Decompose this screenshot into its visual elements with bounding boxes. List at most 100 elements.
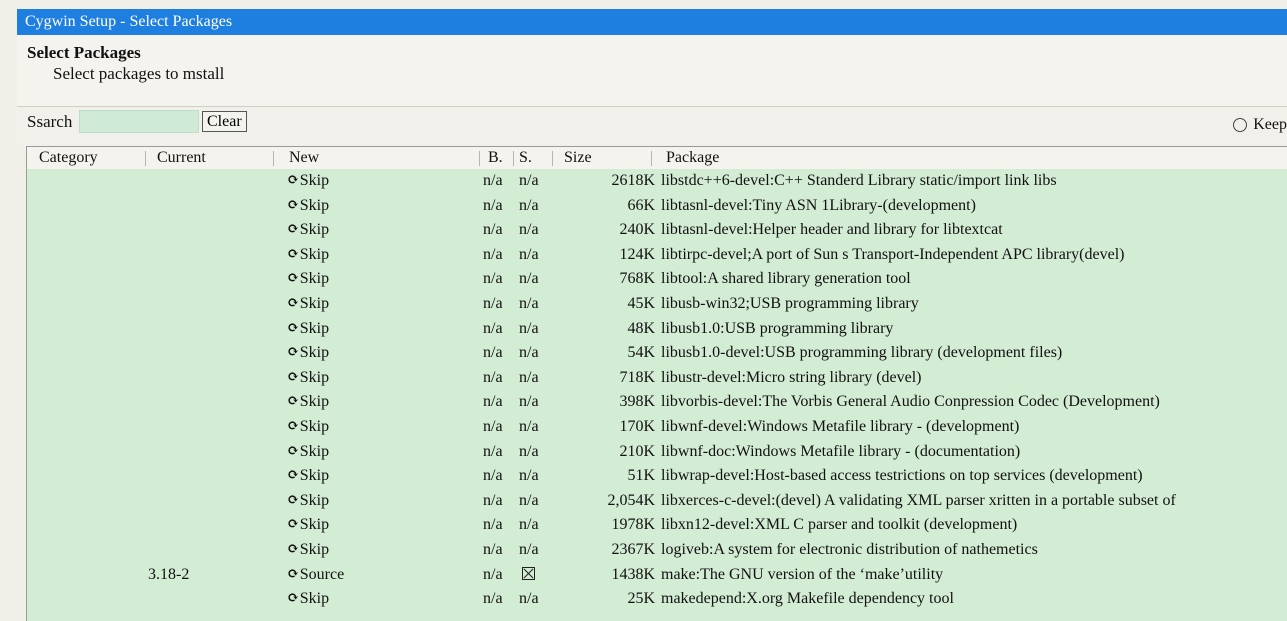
new-action-label: Skip	[299, 467, 330, 485]
column-package[interactable]: Package	[666, 148, 719, 168]
search-input[interactable]	[79, 110, 199, 133]
table-row[interactable]: ⟳ Skip n/a n/a 124K libtirpc-devel;A port of …	[27, 243, 1287, 268]
cycle-icon[interactable]: ⟳	[287, 245, 299, 265]
bin-cell: n/a	[483, 270, 503, 288]
cycle-icon[interactable]: ⟳	[287, 466, 299, 486]
window-title: Cygwin Setup - Select Packages	[25, 13, 233, 30]
table-row[interactable]: ⟳ Skip n/a n/a 2618K libstdc++6-devel:C++ Sta…	[27, 169, 1287, 194]
table-row[interactable]: ⟳ Skip n/a n/a 45K libusb-win32;USB programmi…	[27, 292, 1287, 317]
current-version: 3.18-2	[148, 565, 190, 583]
new-action-label: Skip	[299, 270, 330, 288]
table-row[interactable]: ⟳ Skip n/a n/a 398K libvorbis-devel:The Vorbi…	[27, 390, 1287, 415]
src-cell[interactable]	[519, 565, 535, 585]
size-cell: 66K	[627, 196, 655, 214]
new-action-toggle[interactable]: ⟳ Skip	[287, 589, 329, 609]
column-divider[interactable]	[479, 151, 480, 166]
table-row[interactable]: ⟳ Skip n/a n/a 1978K libxn12-devel:XML C pars…	[27, 513, 1287, 538]
new-action-label: Skip	[299, 541, 330, 558]
bin-cell: n/a	[483, 565, 503, 583]
new-action-toggle[interactable]: ⟳ Skip	[287, 491, 329, 511]
table-row[interactable]: ⟳ Skip n/a n/a 66K libtasnl-devel:Tiny ASN 1L…	[27, 194, 1287, 219]
cycle-icon[interactable]: ⟳	[287, 417, 299, 437]
column-bin[interactable]: B.	[488, 148, 503, 168]
cycle-icon[interactable]: ⟳	[287, 368, 299, 388]
table-row[interactable]: ⟳ Skip n/a n/a 2,054K libxerces-c-devel:(deve…	[27, 489, 1287, 514]
cycle-icon[interactable]: ⟳	[287, 442, 299, 462]
bin-cell: n/a	[483, 344, 503, 362]
bin-cell: n/a	[483, 590, 503, 608]
checkbox-checked-icon[interactable]	[522, 566, 535, 580]
column-divider[interactable]	[145, 151, 146, 166]
cycle-icon[interactable]: ⟳	[287, 589, 299, 609]
new-action-toggle[interactable]: ⟳ Source	[287, 565, 344, 585]
new-action-toggle[interactable]: ⟳ Skip	[287, 515, 329, 535]
src-cell: n/a	[519, 418, 539, 435]
new-action-toggle[interactable]: ⟳ Skip	[287, 294, 329, 314]
radio-unchecked-icon[interactable]	[1233, 118, 1248, 132]
cycle-icon[interactable]: ⟳	[287, 565, 299, 585]
table-row[interactable]: ⟳ Skip n/a n/a 210K libwnf-doc:Windows Metafi…	[27, 440, 1287, 465]
package-name: libvorbis-devel:The Vorbis General Audio…	[661, 393, 1160, 411]
column-divider[interactable]	[513, 151, 514, 166]
column-divider[interactable]	[552, 151, 553, 166]
bin-cell: n/a	[483, 418, 503, 435]
table-row[interactable]: ⟳ Skip n/a n/a 48K libusb1.0:USB programming …	[27, 317, 1287, 342]
new-action-toggle[interactable]: ⟳ Skip	[287, 171, 329, 191]
table-row[interactable]: ⟳ Skip n/a n/a 51K libwrap-devel:Host-based a…	[27, 464, 1287, 489]
size-cell: 240K	[619, 221, 655, 239]
new-action-toggle[interactable]: ⟳ Skip	[287, 417, 329, 437]
new-action-toggle[interactable]: ⟳ Skip	[287, 368, 329, 388]
new-action-label: Skip	[299, 196, 330, 214]
new-action-toggle[interactable]: ⟳ Skip	[287, 442, 329, 462]
cycle-icon[interactable]: ⟳	[287, 294, 299, 314]
new-action-toggle[interactable]: ⟳ Skip	[287, 220, 329, 240]
table-row[interactable]: ⟳ Skip n/a n/a 718K libustr-devel:Micro strin…	[27, 366, 1287, 391]
new-action-toggle[interactable]: ⟳ Skip	[287, 392, 329, 412]
table-row[interactable]: ⟳ Skip n/a n/a 54K libusb1.0-devel:USB progra…	[27, 341, 1287, 366]
column-category[interactable]: Category	[39, 148, 98, 168]
cycle-icon[interactable]: ⟳	[287, 171, 299, 191]
table-row[interactable]: ⟳ Skip n/a n/a 2367K logiveb:A system for ele…	[27, 538, 1287, 563]
column-new[interactable]: New	[289, 148, 319, 168]
table-row[interactable]: ⟳ Skip n/a n/a 170K libwnf-devel:Windows Meta…	[27, 415, 1287, 440]
new-action-toggle[interactable]: ⟳ Skip	[287, 245, 329, 265]
package-name: libxerces-c-devel:(devel) A validating X…	[661, 491, 1176, 509]
cycle-icon[interactable]: ⟳	[287, 319, 299, 339]
new-action-label: Skip	[299, 245, 330, 263]
cycle-icon[interactable]: ⟳	[287, 196, 299, 216]
table-row[interactable]: ⟳ Skip n/a n/a 768K libtool:A shared library …	[27, 267, 1287, 292]
column-divider[interactable]	[651, 151, 652, 166]
search-bar: Ssarch Clear Keep	[17, 108, 1287, 146]
src-cell: n/a	[519, 344, 539, 362]
cycle-icon[interactable]: ⟳	[287, 343, 299, 363]
table-row[interactable]: 3.18-2 ⟳ Source n/a 1438K make:The GNU versio…	[27, 563, 1287, 588]
new-action-toggle[interactable]: ⟳ Skip	[287, 343, 329, 363]
cycle-icon[interactable]: ⟳	[287, 269, 299, 289]
table-row[interactable]: ⟳ Skip n/a n/a 25K makedepend:X.org Makefile …	[27, 587, 1287, 612]
cycle-icon[interactable]: ⟳	[287, 540, 299, 560]
column-divider[interactable]	[273, 151, 274, 166]
package-name: libwrap-devel:Host-based access testrict…	[661, 467, 1143, 485]
table-row[interactable]: ⟳ Skip n/a n/a 240K libtasnl-devel:Helper hea…	[27, 218, 1287, 243]
column-size[interactable]: Size	[564, 148, 592, 168]
keep-radio[interactable]: Keep	[1233, 116, 1287, 134]
new-action-label: Skip	[299, 295, 330, 312]
new-action-toggle[interactable]: ⟳ Skip	[287, 269, 329, 289]
new-action-toggle[interactable]: ⟳ Skip	[287, 466, 329, 486]
column-src[interactable]: S.	[519, 148, 532, 168]
size-cell: 48K	[627, 319, 655, 337]
new-action-toggle[interactable]: ⟳ Skip	[287, 196, 329, 216]
bin-cell: n/a	[483, 196, 503, 214]
cycle-icon[interactable]: ⟳	[287, 220, 299, 240]
new-action-toggle[interactable]: ⟳ Skip	[287, 319, 329, 339]
clear-button[interactable]: Clear	[202, 111, 247, 132]
new-action-label: Skip	[299, 319, 330, 337]
size-cell: 51K	[627, 467, 655, 485]
src-cell: n/a	[519, 368, 539, 386]
cycle-icon[interactable]: ⟳	[287, 515, 299, 535]
cycle-icon[interactable]: ⟳	[287, 491, 299, 511]
cycle-icon[interactable]: ⟳	[287, 392, 299, 412]
new-action-toggle[interactable]: ⟳ Skip	[287, 540, 329, 560]
column-current[interactable]: Current	[157, 148, 206, 168]
new-action-label: Skip	[299, 491, 330, 509]
